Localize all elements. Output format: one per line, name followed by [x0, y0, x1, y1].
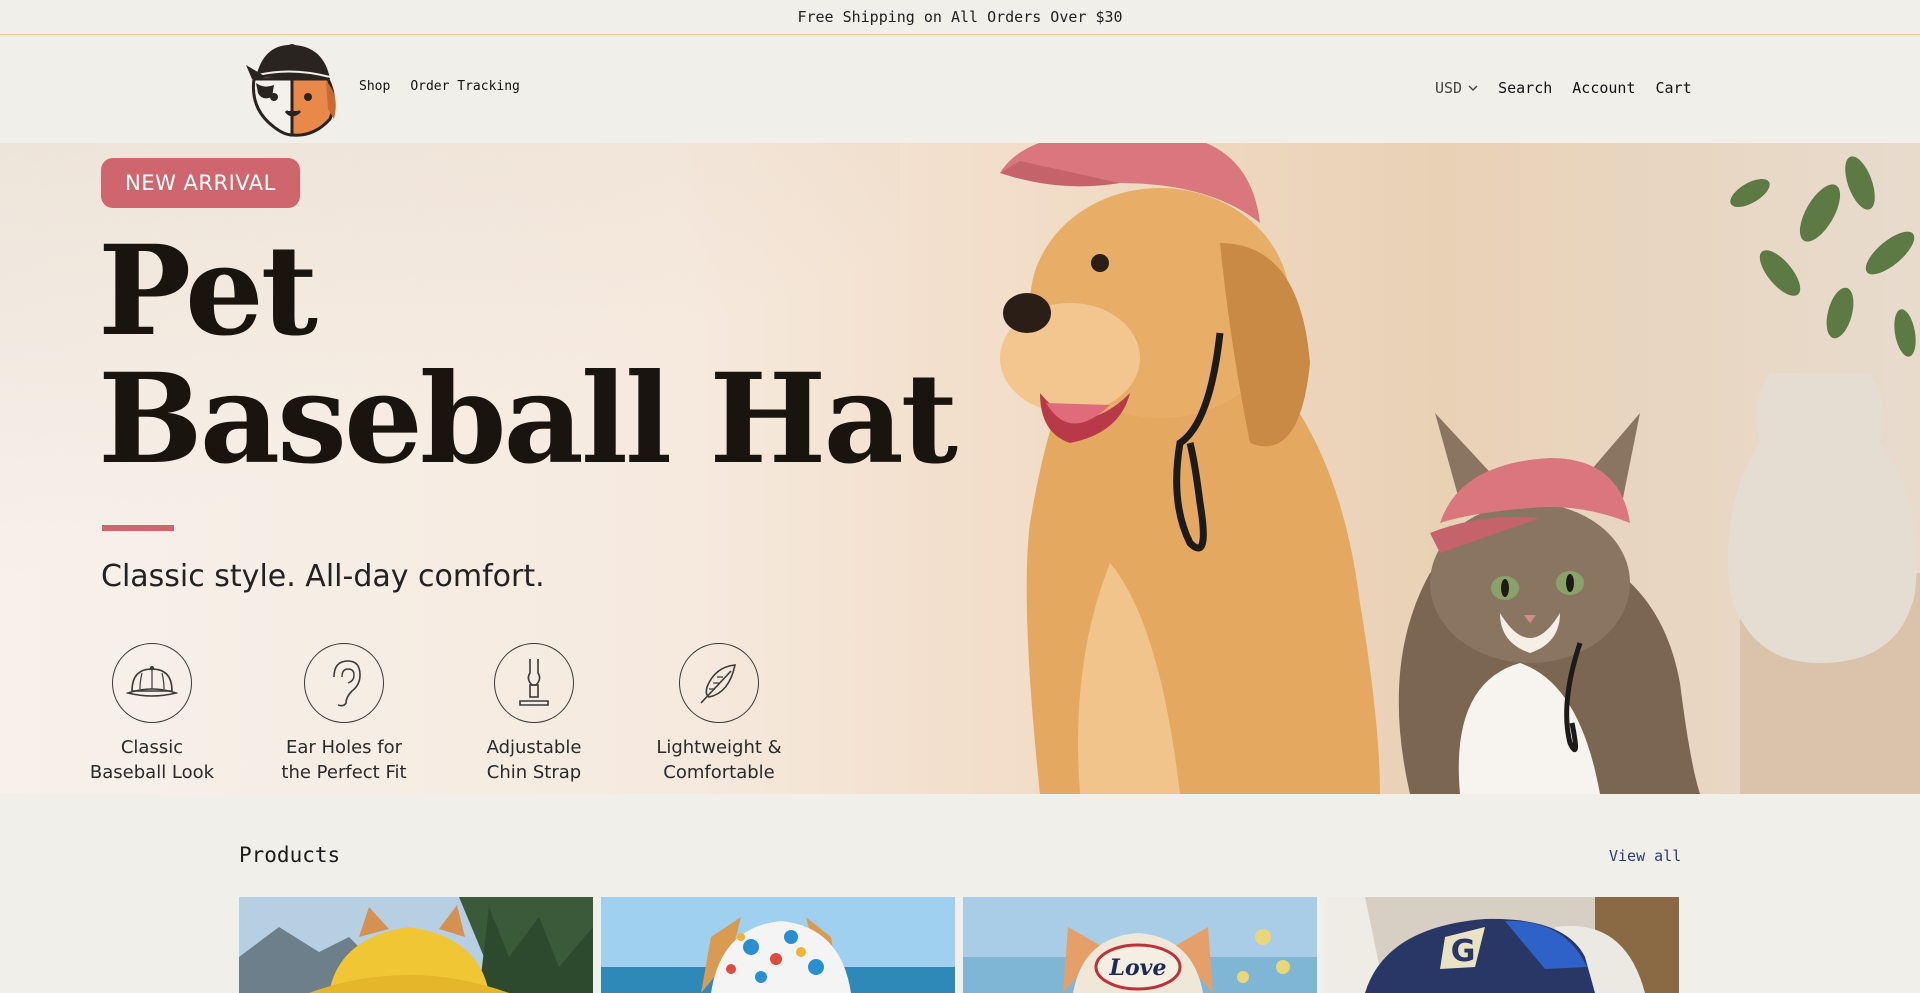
hero-banner[interactable]: NEW ARRIVAL Pet Baseball Hat Classic sty…: [0, 143, 1920, 794]
announcement-bar: Free Shipping on All Orders Over $30: [0, 0, 1920, 35]
svg-text:Love: Love: [1109, 955, 1167, 981]
dog-and-cat-image: [1000, 143, 1920, 794]
brand-logo[interactable]: [244, 39, 340, 139]
view-all-link[interactable]: View all: [1609, 847, 1681, 865]
feature-lightweight: Lightweight & Comfortable: [639, 643, 799, 785]
hero-title: Pet Baseball Hat: [98, 219, 958, 492]
feature-list: Classic Baseball Look Ear Holes for the …: [0, 643, 900, 793]
cap-icon: [112, 643, 192, 723]
feather-icon: [679, 643, 759, 723]
feature-classic-look: Classic Baseball Look: [72, 643, 232, 785]
hero-title-line2: Baseball Hat: [98, 347, 958, 492]
hero-subtitle: Classic style. All-day comfort.: [101, 559, 545, 594]
nav-shop[interactable]: Shop: [359, 79, 390, 94]
product-grid: Love G: [239, 897, 1680, 993]
new-arrival-badge: NEW ARRIVAL: [101, 158, 300, 208]
chevron-down-icon: [1468, 85, 1478, 91]
hero-title-line1: Pet: [98, 219, 318, 364]
feature-line2: the Perfect Fit: [281, 762, 407, 783]
account-link[interactable]: Account: [1572, 79, 1635, 97]
product-card-polka-dot-bucket-hat[interactable]: [601, 897, 955, 993]
cart-link[interactable]: Cart: [1656, 79, 1692, 97]
currency-value: USD: [1435, 79, 1463, 97]
strap-icon: [494, 643, 574, 723]
primary-nav: Shop Order Tracking: [359, 79, 520, 94]
feature-line1: Ear Holes for: [286, 737, 402, 758]
feature-line2: Chin Strap: [486, 762, 582, 783]
search-link[interactable]: Search: [1498, 79, 1552, 97]
product-card-love-baseball-hat[interactable]: Love: [963, 897, 1317, 993]
feature-ear-holes: Ear Holes for the Perfect Fit: [264, 643, 424, 785]
feature-chin-strap: Adjustable Chin Strap: [454, 643, 614, 785]
svg-text:G: G: [1451, 934, 1476, 969]
nav-order-tracking[interactable]: Order Tracking: [410, 79, 520, 94]
utility-nav: USD Search Account Cart: [1435, 79, 1692, 97]
feature-line1: Adjustable: [486, 737, 582, 758]
site-header: Shop Order Tracking USD Search Account C…: [0, 35, 1920, 143]
accent-divider: [102, 525, 174, 531]
product-card-yellow-bucket-hat[interactable]: [239, 897, 593, 993]
products-heading: Products: [239, 843, 341, 867]
announcement-text: Free Shipping on All Orders Over $30: [797, 8, 1123, 26]
feature-line2: Baseball Look: [89, 762, 215, 783]
feature-line2: Comfortable: [663, 762, 775, 783]
ear-icon: [304, 643, 384, 723]
currency-selector[interactable]: USD: [1435, 79, 1478, 97]
feature-line1: Lightweight &: [656, 737, 782, 758]
feature-line1: Classic: [120, 737, 184, 758]
product-card-blue-g-trucker-hat[interactable]: G: [1325, 897, 1679, 993]
